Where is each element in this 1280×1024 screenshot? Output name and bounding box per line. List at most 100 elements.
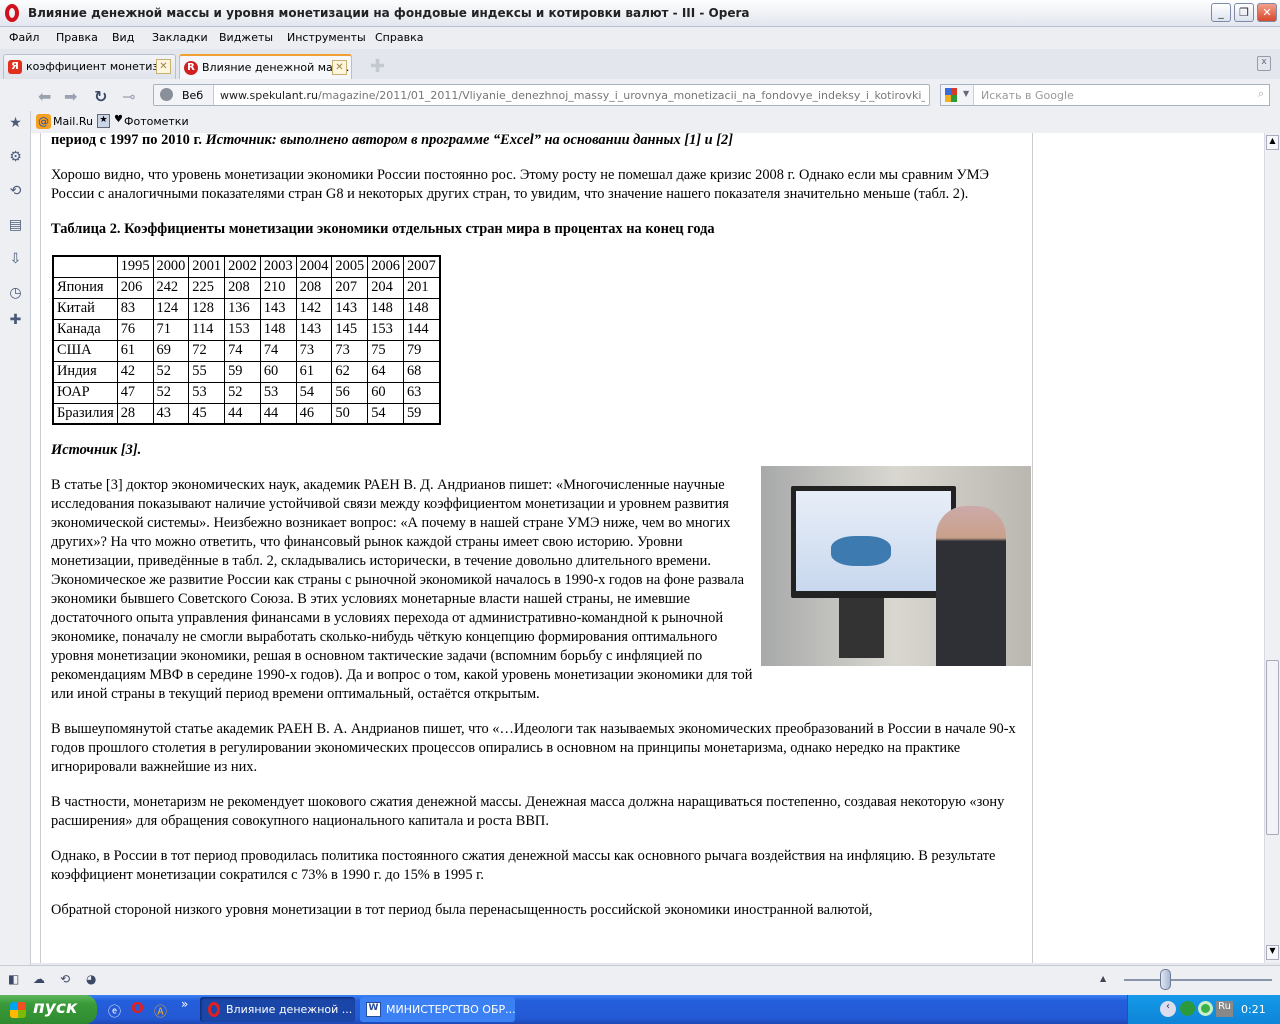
scroll-thumb[interactable] bbox=[1266, 660, 1279, 835]
table-cell: 53 bbox=[259, 381, 297, 404]
menu-edit[interactable]: Правка bbox=[56, 31, 98, 44]
menu-bookmarks[interactable]: Закладки bbox=[152, 31, 208, 44]
forward-button[interactable]: ➡ bbox=[64, 87, 77, 106]
back-button[interactable]: ⬅ bbox=[38, 87, 51, 106]
table-cell: 72 bbox=[188, 339, 226, 362]
table-cell: 144 bbox=[402, 318, 441, 341]
notes-icon[interactable]: ▤ bbox=[8, 218, 23, 233]
aimp-quicklaunch-icon[interactable]: Ⓐ bbox=[154, 1001, 167, 1020]
table-cell: 52 bbox=[152, 360, 190, 383]
bookmarks-panel-star-icon[interactable]: ★ bbox=[8, 116, 23, 131]
scroll-up-button[interactable]: ▲ bbox=[1266, 135, 1279, 150]
tab-close-icon[interactable]: ✕ bbox=[332, 60, 347, 75]
vertical-scrollbar[interactable]: ▲ ▼ bbox=[1264, 133, 1280, 963]
network-tray-icon[interactable] bbox=[1198, 1001, 1213, 1016]
quicklaunch-more-icon[interactable]: » bbox=[181, 997, 188, 1011]
table-row: Япония 206 242 225 208 210 208 207 204 201 bbox=[52, 276, 441, 299]
tab-close-icon[interactable]: ✕ bbox=[156, 59, 171, 74]
settings-gear-icon[interactable]: ⚙ bbox=[8, 150, 23, 165]
search-box[interactable]: ▼ Искать в Google ⌕ bbox=[940, 84, 1270, 106]
title-bar: Влияние денежной массы и уровня монетиза… bbox=[0, 0, 1280, 27]
search-icon[interactable]: ⌕ bbox=[1258, 87, 1264, 101]
bookmarks-bar: @ Mail.Ru ★ ♥ Фотометки bbox=[30, 111, 1280, 133]
table-row: Бразилия 28 43 45 44 44 46 50 54 59 bbox=[52, 402, 441, 425]
zoom-slider-thumb[interactable] bbox=[1160, 969, 1171, 990]
menu-tools[interactable]: Инструменты bbox=[287, 31, 366, 44]
table-cell: 45 bbox=[188, 402, 226, 425]
menu-file[interactable]: Файл bbox=[9, 31, 39, 44]
row-label: ЮАР bbox=[52, 381, 118, 404]
address-bar[interactable]: Веб www.spekulant.ru/magazine/2011/01_20… bbox=[153, 84, 930, 106]
zoom-slider[interactable] bbox=[1124, 979, 1272, 981]
table-cell: 148 bbox=[367, 297, 404, 320]
table-cell: 2004 bbox=[295, 255, 333, 278]
menu-widgets[interactable]: Виджеты bbox=[219, 31, 273, 44]
caption-text: период с 1997 по 2010 г. bbox=[51, 133, 206, 148]
wand-key-icon[interactable]: ⊸ bbox=[122, 87, 135, 106]
utorrent-tray-icon[interactable] bbox=[1180, 1001, 1195, 1016]
unite-icon[interactable]: ⟲ bbox=[60, 972, 70, 986]
row-label: Канада bbox=[52, 318, 118, 341]
search-placeholder: Искать в Google bbox=[981, 89, 1074, 102]
table-cell: 143 bbox=[331, 297, 369, 320]
tab-article[interactable]: R Влияние денежной мас... ✕ bbox=[179, 54, 352, 79]
table-cell: 60 bbox=[259, 360, 297, 383]
table-cell: 208 bbox=[295, 276, 333, 299]
unite-share-icon[interactable]: ⟲ bbox=[8, 184, 23, 199]
table-cell: 64 bbox=[367, 360, 404, 383]
table-source-text: Источник [3]. bbox=[51, 442, 142, 458]
turbo-cloud-icon[interactable]: ☁ bbox=[33, 972, 45, 986]
taskbar-window-opera[interactable]: Влияние денежной ... bbox=[200, 997, 355, 1022]
history-clock-icon[interactable]: ◷ bbox=[8, 286, 23, 301]
url-text[interactable]: www.spekulant.ru/magazine/2011/01_2011/V… bbox=[220, 89, 925, 102]
downloads-icon[interactable]: ⇩ bbox=[8, 252, 23, 267]
bookmark-mailru[interactable]: Mail.Ru bbox=[53, 115, 93, 128]
monetization-table: 1995 2000 2001 2002 2003 2004 2005 2006 2007 Япон… bbox=[52, 255, 441, 425]
table-cell: 143 bbox=[259, 297, 297, 320]
menu-view[interactable]: Вид bbox=[112, 31, 134, 44]
table-cell: 79 bbox=[402, 339, 441, 362]
table-cell: 225 bbox=[188, 276, 226, 299]
status-bar: ◧ ☁ ⟲ ◕ ▲ bbox=[0, 965, 1280, 995]
start-button[interactable]: пуск bbox=[0, 995, 97, 1024]
tab-yandex[interactable]: Я коэффициент монетиз... ✕ bbox=[3, 54, 176, 79]
table-cell: 148 bbox=[402, 297, 441, 320]
paragraph: Обратной стороной низкого уровня монетиз… bbox=[51, 902, 873, 918]
table-cell: 2006 bbox=[367, 255, 404, 278]
table-cell: 46 bbox=[295, 402, 333, 425]
scroll-down-button[interactable]: ▼ bbox=[1266, 945, 1279, 960]
bookmark-photometki[interactable]: Фотометки bbox=[124, 115, 189, 128]
close-button[interactable]: ✕ bbox=[1257, 3, 1277, 22]
menu-help[interactable]: Справка bbox=[375, 31, 423, 44]
add-panel-plus-icon[interactable]: ✚ bbox=[8, 313, 23, 328]
article-page: период с 1997 по 2010 г. Источник: выпол… bbox=[40, 133, 1033, 963]
table-cell: 1995 bbox=[116, 255, 154, 278]
windows-logo-icon bbox=[10, 1002, 26, 1018]
paragraph: В частности, монетаризм не рекомендует ш… bbox=[51, 794, 1005, 829]
ie-quicklaunch-icon[interactable]: ⓔ bbox=[108, 1001, 121, 1020]
minimize-button[interactable]: _ bbox=[1211, 3, 1231, 22]
table-cell: 53 bbox=[188, 381, 226, 404]
opera-quicklaunch-icon[interactable]: O bbox=[131, 999, 144, 1017]
table-cell: 208 bbox=[224, 276, 261, 299]
table-source: Источник [3]. bbox=[51, 441, 1022, 460]
table-cell: 74 bbox=[259, 339, 297, 362]
table-cell: 114 bbox=[188, 318, 226, 341]
table-cell: 71 bbox=[152, 318, 190, 341]
tray-language-icon[interactable]: Ru bbox=[1216, 1001, 1233, 1017]
new-tab-button[interactable]: ✚ bbox=[370, 56, 385, 77]
table-cell: 54 bbox=[367, 402, 404, 425]
url-domain: www.spekulant.ru bbox=[220, 89, 319, 102]
zoom-reset-icon[interactable]: ▲ bbox=[1100, 974, 1106, 983]
table-cell: 44 bbox=[259, 402, 297, 425]
closed-tabs-trash-icon[interactable]: x bbox=[1257, 56, 1271, 71]
table-cell: 2002 bbox=[224, 255, 261, 278]
taskbar-window-word[interactable]: W МИНИСТЕРСТВО ОБР... bbox=[360, 997, 516, 1022]
google-engine-icon[interactable]: ▼ bbox=[941, 85, 974, 105]
panel-toggle-icon[interactable]: ◧ bbox=[8, 972, 19, 986]
maximize-button[interactable]: ❐ bbox=[1234, 3, 1254, 22]
table-cell: 43 bbox=[152, 402, 190, 425]
speed-dial-icon[interactable]: ◕ bbox=[86, 972, 96, 986]
reload-button[interactable]: ↻ bbox=[94, 87, 107, 106]
tray-expand-icon[interactable]: ‹ bbox=[1160, 1001, 1176, 1017]
